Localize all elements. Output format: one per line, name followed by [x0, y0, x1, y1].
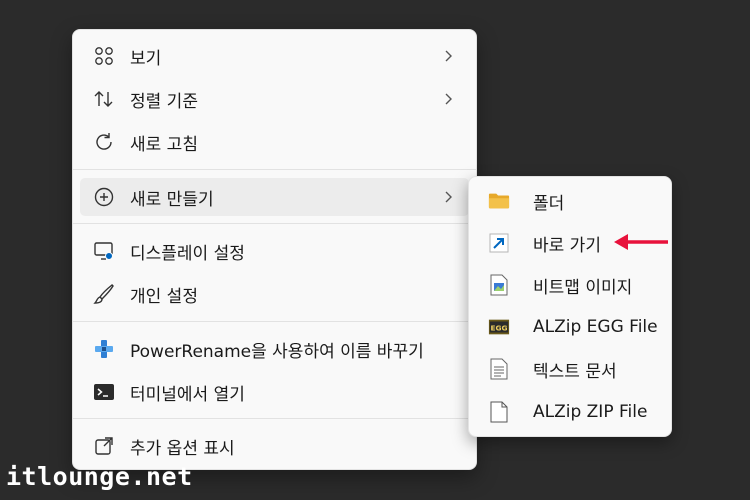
- brush-icon: [93, 283, 115, 305]
- refresh-icon: [93, 131, 115, 153]
- menu-item-label: 정렬 기준: [130, 91, 198, 112]
- submenu-item-label: 비트맵 이미지: [533, 277, 633, 298]
- menu-item-new[interactable]: 새로 만들기: [80, 178, 469, 216]
- menu-item-show-more-options[interactable]: 추가 옵션 표시: [80, 427, 469, 465]
- submenu-item-label: 텍스트 문서: [533, 361, 617, 382]
- menu-item-label: PowerRename을 사용하여 이름 바꾸기: [130, 341, 424, 362]
- egg-archive-icon: EGG: [488, 316, 510, 338]
- menu-item-label: 새로 만들기: [130, 189, 214, 210]
- menu-item-open-terminal[interactable]: 터미널에서 열기: [80, 373, 469, 411]
- menu-separator: [73, 418, 476, 419]
- submenu-item-folder[interactable]: 폴더: [475, 182, 665, 220]
- open-external-icon: [93, 435, 115, 457]
- menu-item-label: 디스플레이 설정: [130, 243, 245, 264]
- folder-icon: [488, 190, 510, 212]
- menu-item-view[interactable]: 보기: [80, 37, 469, 75]
- chevron-right-icon: [445, 191, 452, 203]
- shortcut-icon: [488, 232, 510, 254]
- text-document-icon: [488, 358, 510, 380]
- power-rename-icon: [93, 338, 115, 360]
- menu-item-label: 터미널에서 열기: [130, 384, 245, 405]
- bitmap-file-icon: [488, 274, 510, 296]
- menu-item-label: 추가 옵션 표시: [130, 438, 235, 459]
- submenu-item-label: 폴더: [533, 193, 565, 214]
- context-menu: 보기 정렬 기준 새로 고침 새로 만들기 디스플레이 설정 개인 설정 Pow…: [72, 29, 477, 470]
- submenu-item-alzip-zip[interactable]: ALZip ZIP File: [475, 393, 665, 431]
- menu-item-label: 개인 설정: [130, 286, 198, 307]
- menu-item-refresh[interactable]: 새로 고침: [80, 123, 469, 161]
- menu-item-sort-by[interactable]: 정렬 기준: [80, 80, 469, 118]
- menu-separator: [73, 169, 476, 170]
- submenu-item-text-document[interactable]: 텍스트 문서: [475, 350, 665, 388]
- svg-text:EGG: EGG: [490, 324, 507, 333]
- submenu-item-bitmap[interactable]: 비트맵 이미지: [475, 266, 665, 304]
- new-submenu: 폴더 바로 가기 비트맵 이미지 EGG ALZip EGG File 텍스트 …: [468, 176, 672, 437]
- menu-item-label: 새로 고침: [130, 134, 198, 155]
- submenu-item-label: ALZip EGG File: [533, 317, 658, 337]
- submenu-item-label: ALZip ZIP File: [533, 402, 648, 422]
- add-circle-icon: [93, 186, 115, 208]
- grid-view-icon: [93, 45, 115, 67]
- menu-item-personalize[interactable]: 개인 설정: [80, 275, 469, 313]
- menu-separator: [73, 321, 476, 322]
- terminal-icon: [93, 381, 115, 403]
- blank-file-icon: [488, 401, 510, 423]
- watermark: itlounge.net: [6, 462, 193, 491]
- menu-item-display-settings[interactable]: 디스플레이 설정: [80, 232, 469, 270]
- display-settings-icon: [93, 240, 115, 262]
- menu-item-power-rename[interactable]: PowerRename을 사용하여 이름 바꾸기: [80, 330, 469, 368]
- red-arrow-annotation: [614, 234, 668, 250]
- chevron-right-icon: [445, 50, 452, 62]
- menu-item-label: 보기: [130, 48, 162, 69]
- submenu-item-label: 바로 가기: [533, 235, 601, 256]
- sort-icon: [93, 88, 115, 110]
- chevron-right-icon: [445, 93, 452, 105]
- submenu-item-alzip-egg[interactable]: EGG ALZip EGG File: [475, 308, 665, 346]
- menu-separator: [73, 223, 476, 224]
